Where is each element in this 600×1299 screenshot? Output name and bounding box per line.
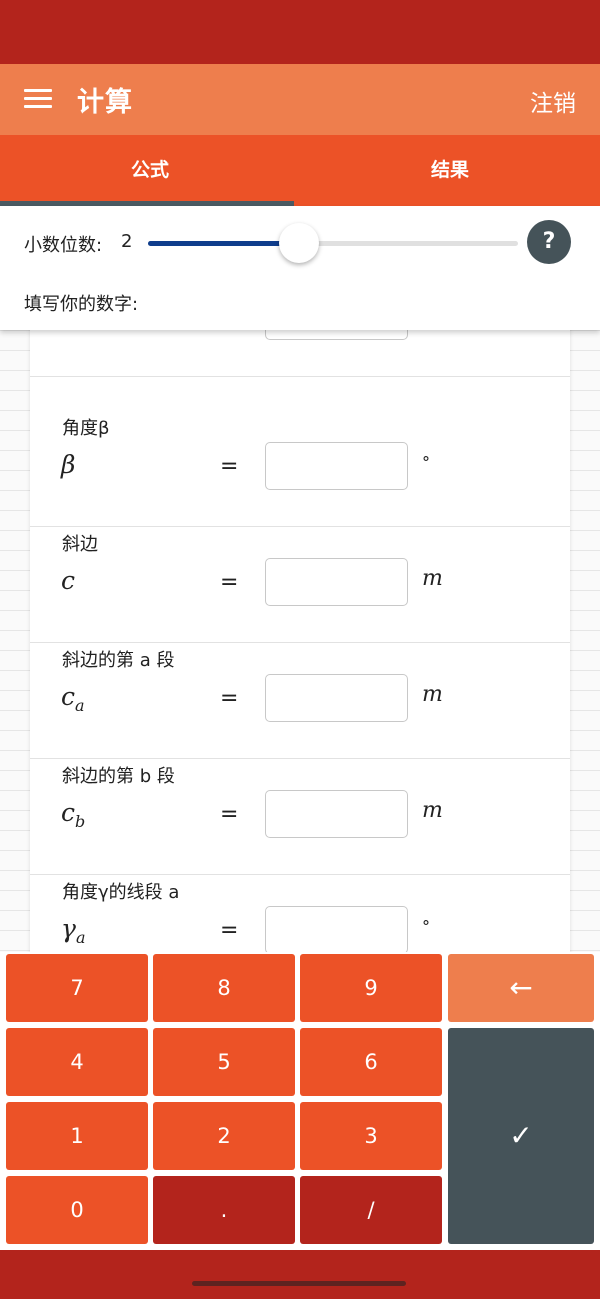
key-6[interactable]: 6: [300, 1028, 442, 1096]
field-symbol: cb: [61, 798, 86, 831]
value-input-ca[interactable]: [265, 674, 408, 722]
unit-label: m: [422, 566, 443, 591]
home-indicator[interactable]: [192, 1281, 406, 1286]
unit-label: °: [422, 917, 430, 936]
key-fraction[interactable]: /: [300, 1176, 442, 1244]
key-0[interactable]: 0: [6, 1176, 148, 1244]
unit-label: m: [422, 682, 443, 707]
key-9[interactable]: 9: [300, 954, 442, 1022]
equals-sign: =: [220, 686, 239, 711]
navigation-bar: [0, 1250, 600, 1299]
numeric-keypad: 7 8 9 ← 4 5 6 ✓ 1 2 3 0 . /: [0, 952, 600, 1250]
menu-icon[interactable]: [24, 89, 52, 109]
field-row-cb: 斜边的第 b 段 cb = m: [30, 758, 570, 875]
backspace-key[interactable]: ←: [448, 954, 594, 1022]
key-2[interactable]: 2: [153, 1102, 295, 1170]
equals-sign: =: [220, 454, 239, 479]
decimals-value: 2: [121, 231, 133, 252]
key-7[interactable]: 7: [6, 954, 148, 1022]
key-4[interactable]: 4: [6, 1028, 148, 1096]
field-row-beta: 角度β β = °: [30, 410, 570, 527]
value-input-c[interactable]: [265, 558, 408, 606]
control-panel: 小数位数: 2 ? 填写你的数字:: [0, 206, 600, 330]
value-input-beta[interactable]: [265, 442, 408, 490]
field-label: 角度β: [62, 418, 110, 439]
field-symbol: c: [61, 566, 76, 595]
key-5[interactable]: 5: [153, 1028, 295, 1096]
tab-bar: 公式 结果: [0, 135, 600, 206]
field-row-gamma-a: 角度γ的线段 a γa = °: [30, 874, 570, 955]
field-row-c: 斜边 c = m: [30, 526, 570, 643]
field-label: 斜边的第 b 段: [62, 766, 175, 787]
unit-label: m: [422, 798, 443, 823]
key-decimal-point[interactable]: .: [153, 1176, 295, 1244]
input-card: b = m 角度β β = ° 斜边 c = m 斜边的第 a 段 ca = m…: [30, 310, 570, 955]
field-symbol: ca: [61, 682, 85, 715]
field-symbol: β: [61, 450, 76, 479]
tab-results[interactable]: 结果: [300, 135, 600, 206]
app-bar: 计算 注销: [0, 64, 600, 135]
field-row-ca: 斜边的第 a 段 ca = m: [30, 642, 570, 759]
fill-in-label: 填写你的数字:: [24, 294, 139, 315]
key-1[interactable]: 1: [6, 1102, 148, 1170]
value-input-cb[interactable]: [265, 790, 408, 838]
equals-sign: =: [220, 802, 239, 827]
confirm-key[interactable]: ✓: [448, 1028, 594, 1244]
decimals-slider-fill: [148, 241, 298, 246]
field-symbol: γa: [61, 914, 86, 947]
key-3[interactable]: 3: [300, 1102, 442, 1170]
value-input-gamma-a[interactable]: [265, 906, 408, 954]
decimals-label: 小数位数:: [24, 235, 103, 256]
decimals-slider-thumb[interactable]: [279, 223, 319, 263]
field-label: 角度γ的线段 a: [62, 882, 180, 903]
equals-sign: =: [220, 570, 239, 595]
tab-formula[interactable]: 公式: [0, 135, 300, 206]
key-8[interactable]: 8: [153, 954, 295, 1022]
logout-button[interactable]: 注销: [530, 84, 576, 118]
equals-sign: =: [220, 918, 239, 943]
field-label: 斜边: [62, 534, 98, 555]
unit-label: °: [422, 453, 430, 472]
field-label: 斜边的第 a 段: [62, 650, 175, 671]
status-bar: [0, 0, 600, 64]
help-button[interactable]: ?: [527, 220, 571, 264]
page-title: 计算: [77, 87, 133, 118]
